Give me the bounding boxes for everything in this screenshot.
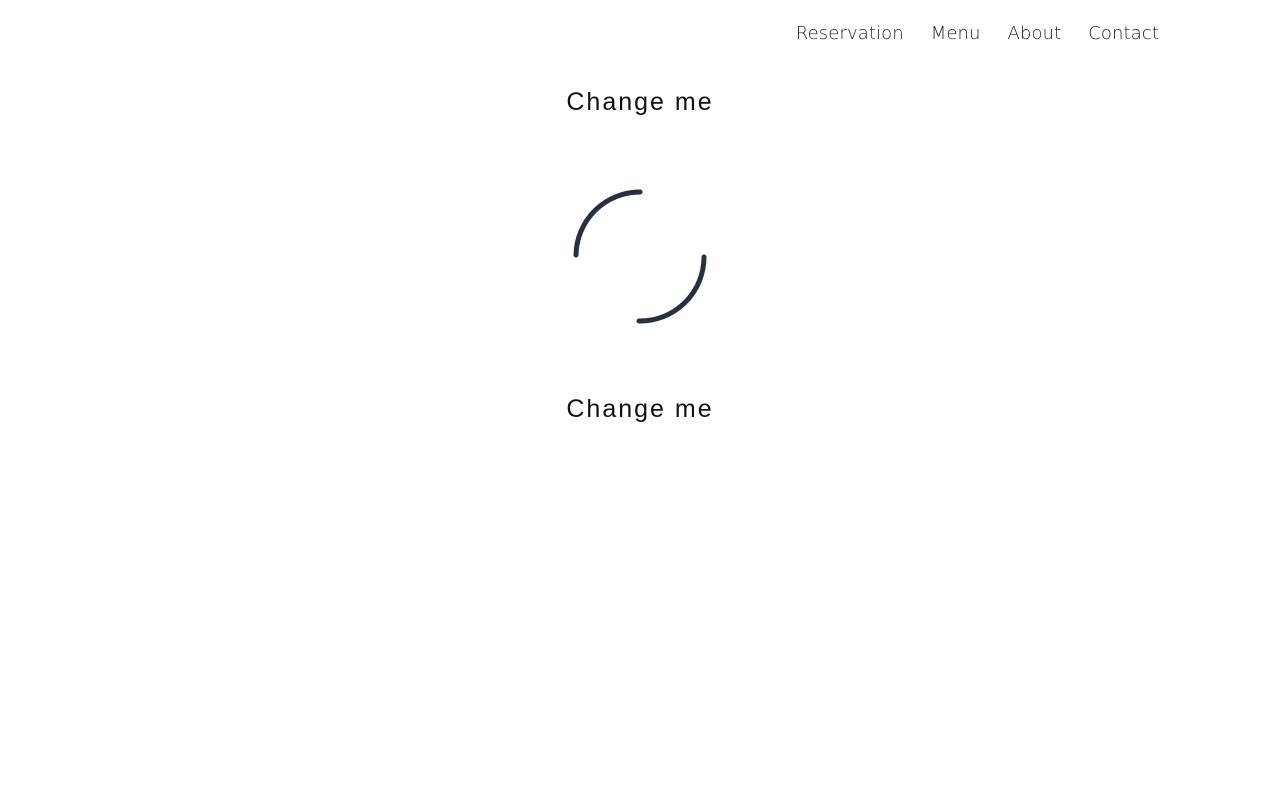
spinner-arc-top <box>573 189 643 258</box>
heading-bottom: Change me <box>566 395 714 423</box>
main-nav: Reservation Menu About Contact <box>796 22 1159 46</box>
heading-top: Change me <box>566 88 714 116</box>
nav-link-contact[interactable]: Contact <box>1088 22 1159 46</box>
loading-spinner-icon <box>573 189 707 324</box>
spinner-arc-bottom <box>636 254 707 324</box>
nav-link-about[interactable]: About <box>1008 22 1062 46</box>
nav-link-reservation[interactable]: Reservation <box>796 22 904 46</box>
nav-link-menu[interactable]: Menu <box>931 22 981 46</box>
